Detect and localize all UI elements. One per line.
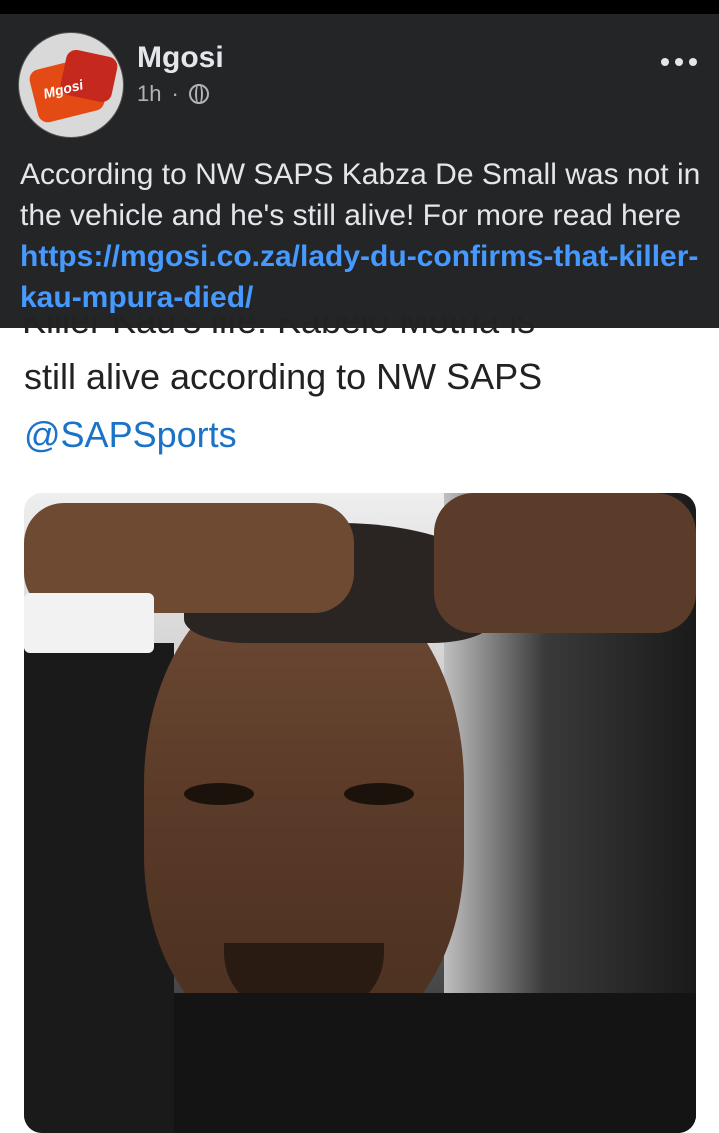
status-bar (0, 0, 719, 14)
photo-eye-left (184, 783, 254, 805)
post-meta: 1h · (137, 81, 209, 107)
more-options-icon[interactable] (661, 58, 697, 66)
post-text: According to NW SAPS Kabza De Small was … (20, 154, 710, 318)
meta-separator: · (171, 81, 179, 106)
more-dot (661, 58, 669, 66)
post-header: Mgosi Mgosi 1h · According to NW SAPS Ka… (0, 14, 719, 328)
more-dot (689, 58, 697, 66)
photo-eye-right (344, 783, 414, 805)
tweet-cut-line: Killer Kau's life. Kabelo Motha is (22, 317, 702, 339)
globe-icon (188, 84, 209, 104)
photo-jacket (174, 993, 696, 1133)
post-time[interactable]: 1h (137, 81, 161, 107)
tweet-text: still alive according to NW SAPS (24, 356, 543, 397)
post-photo[interactable] (24, 493, 696, 1133)
post-body: According to NW SAPS Kabza De Small was … (20, 158, 701, 232)
author-name[interactable]: Mgosi (137, 41, 224, 75)
tweet-mention[interactable]: @SAPSports (24, 414, 237, 456)
tweet-cut-text: Killer Kau's life. Kabelo Motha is (22, 317, 536, 339)
photo-hand-right (434, 493, 696, 633)
photo-watch (24, 593, 154, 653)
post-link[interactable]: https://mgosi.co.za/lady-du-confirms-tha… (20, 240, 698, 314)
avatar[interactable]: Mgosi (18, 32, 124, 138)
more-dot (675, 58, 683, 66)
